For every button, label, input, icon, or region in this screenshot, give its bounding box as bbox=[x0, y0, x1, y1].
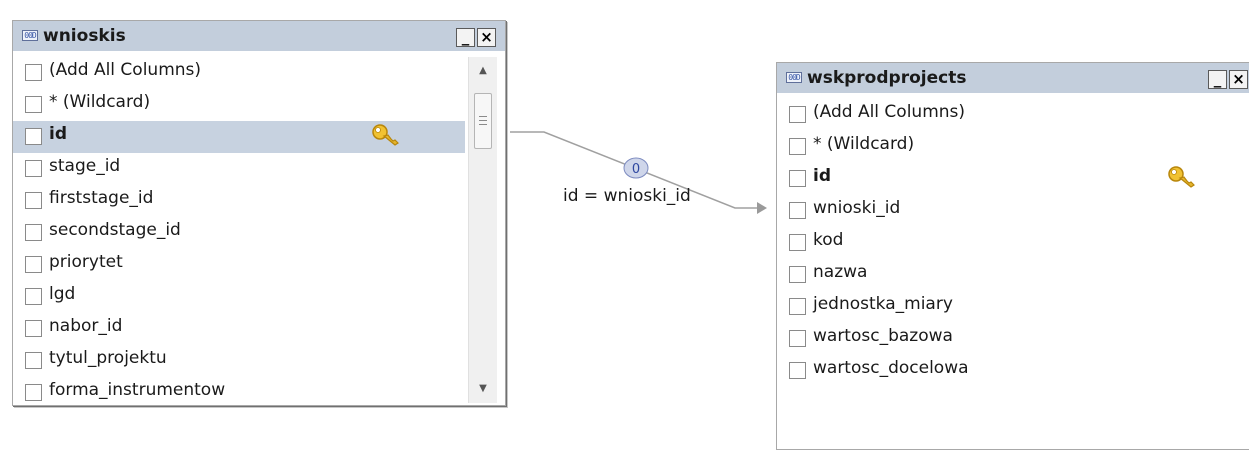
column-name: * (Wildcard) bbox=[813, 134, 915, 154]
table-icon: 00D bbox=[786, 72, 802, 83]
column-name: (Add All Columns) bbox=[813, 102, 966, 122]
column-row[interactable]: secondstage_id bbox=[13, 217, 465, 249]
table-icon: 00D bbox=[22, 30, 38, 41]
column-row[interactable]: (Add All Columns) bbox=[777, 99, 1247, 131]
primary-key-icon bbox=[371, 123, 401, 149]
column-row[interactable]: * (Wildcard) bbox=[777, 131, 1247, 163]
column-checkbox[interactable] bbox=[789, 298, 806, 315]
close-button[interactable]: × bbox=[1229, 70, 1248, 89]
column-checkbox[interactable] bbox=[25, 384, 42, 401]
table-header[interactable]: 00D wskprodprojects _ × bbox=[777, 63, 1249, 93]
column-name: wnioski_id bbox=[813, 198, 901, 218]
column-row[interactable]: jednostka_miary bbox=[777, 291, 1247, 323]
column-name: jednostka_miary bbox=[813, 294, 953, 314]
column-checkbox[interactable] bbox=[25, 96, 42, 113]
join-arrow-icon bbox=[757, 202, 767, 214]
column-row[interactable]: nabor_id bbox=[13, 313, 465, 345]
minimize-button[interactable]: _ bbox=[1208, 70, 1227, 89]
scroll-down-arrow-icon[interactable]: ▼ bbox=[469, 379, 497, 399]
column-row[interactable]: stage_id bbox=[13, 153, 465, 185]
join-type-icon[interactable]: 0 bbox=[623, 157, 649, 179]
column-row[interactable]: * (Wildcard) bbox=[13, 89, 465, 121]
svg-text:0: 0 bbox=[632, 162, 640, 177]
column-checkbox[interactable] bbox=[25, 256, 42, 273]
column-checkbox[interactable] bbox=[25, 288, 42, 305]
table-window-wskprodprojects[interactable]: 00D wskprodprojects _ × (Add All Columns… bbox=[776, 62, 1249, 450]
column-row[interactable]: firststage_id bbox=[13, 185, 465, 217]
column-row[interactable]: nazwa bbox=[777, 259, 1247, 291]
table-window-wnioskis[interactable]: 00D wnioskis _ × (Add All Columns) * (Wil… bbox=[12, 20, 506, 406]
column-row[interactable]: priorytet bbox=[13, 249, 465, 281]
column-name: stage_id bbox=[49, 156, 121, 176]
column-list: (Add All Columns) * (Wildcard) id wnioski_i… bbox=[777, 99, 1247, 449]
column-row[interactable]: wnioski_id bbox=[777, 195, 1247, 227]
column-checkbox[interactable] bbox=[25, 320, 42, 337]
column-checkbox[interactable] bbox=[789, 170, 806, 187]
primary-key-icon bbox=[1167, 165, 1197, 191]
column-row[interactable]: id bbox=[777, 163, 1247, 195]
column-checkbox[interactable] bbox=[25, 64, 42, 81]
column-row[interactable]: (Add All Columns) bbox=[13, 57, 465, 89]
scroll-up-arrow-icon[interactable]: ▲ bbox=[469, 61, 497, 81]
column-name: nabor_id bbox=[49, 316, 123, 336]
column-checkbox[interactable] bbox=[789, 234, 806, 251]
column-name: forma_instrumentow bbox=[49, 380, 226, 400]
scroll-thumb[interactable] bbox=[474, 93, 492, 149]
column-checkbox[interactable] bbox=[25, 352, 42, 369]
column-list: (Add All Columns) * (Wildcard) id stage_idf… bbox=[13, 57, 465, 405]
column-checkbox[interactable] bbox=[25, 160, 42, 177]
column-row[interactable]: id bbox=[13, 121, 465, 153]
column-checkbox[interactable] bbox=[789, 266, 806, 283]
column-checkbox[interactable] bbox=[789, 106, 806, 123]
column-name: lgd bbox=[49, 284, 76, 304]
column-checkbox[interactable] bbox=[25, 128, 42, 145]
column-checkbox[interactable] bbox=[789, 138, 806, 155]
column-checkbox[interactable] bbox=[25, 224, 42, 241]
column-name: tytul_projektu bbox=[49, 348, 167, 368]
vertical-scrollbar[interactable]: ▲ ▼ bbox=[468, 57, 497, 403]
column-name: id bbox=[49, 124, 67, 144]
column-row[interactable]: forma_instrumentow bbox=[13, 377, 465, 405]
column-name: wartosc_docelowa bbox=[813, 358, 969, 378]
column-name: wartosc_bazowa bbox=[813, 326, 953, 346]
column-name: * (Wildcard) bbox=[49, 92, 151, 112]
column-name: priorytet bbox=[49, 252, 123, 272]
column-name: kod bbox=[813, 230, 844, 250]
column-checkbox[interactable] bbox=[25, 192, 42, 209]
table-title: wskprodprojects bbox=[807, 68, 967, 88]
column-name: firststage_id bbox=[49, 188, 154, 208]
table-header[interactable]: 00D wnioskis _ × bbox=[13, 21, 505, 51]
column-name: (Add All Columns) bbox=[49, 60, 202, 80]
column-name: nazwa bbox=[813, 262, 868, 282]
column-name: id bbox=[813, 166, 831, 186]
minimize-button[interactable]: _ bbox=[456, 28, 475, 47]
column-row[interactable]: lgd bbox=[13, 281, 465, 313]
column-row[interactable]: wartosc_bazowa bbox=[777, 323, 1247, 355]
column-checkbox[interactable] bbox=[789, 202, 806, 219]
column-row[interactable]: kod bbox=[777, 227, 1247, 259]
join-condition-label[interactable]: id = wnioski_id bbox=[563, 186, 691, 206]
table-title: wnioskis bbox=[43, 26, 126, 46]
column-row[interactable]: tytul_projektu bbox=[13, 345, 465, 377]
column-checkbox[interactable] bbox=[789, 330, 806, 347]
close-button[interactable]: × bbox=[477, 28, 496, 47]
column-row[interactable]: wartosc_docelowa bbox=[777, 355, 1247, 387]
column-name: secondstage_id bbox=[49, 220, 181, 240]
column-checkbox[interactable] bbox=[789, 362, 806, 379]
